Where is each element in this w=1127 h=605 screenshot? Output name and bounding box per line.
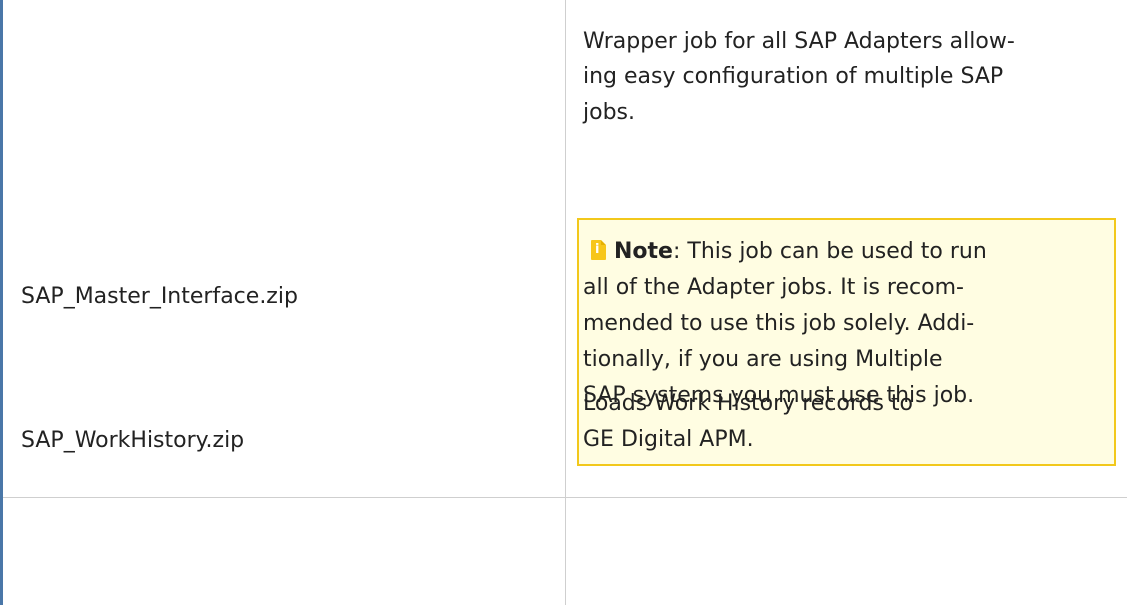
file-name-cell: SAP_Master_Interface.zip (21, 284, 298, 309)
description-line: GE Digital APM. (583, 427, 754, 452)
note-info-icon: i (591, 240, 606, 260)
description-line: Loads Work History records to (583, 391, 914, 416)
note-heading-line: i Note: This job can be used to run (591, 236, 987, 268)
note-text: : This job can be used to run (672, 239, 987, 264)
note-label: Note (614, 239, 673, 264)
note-text-line: all of the Adapter jobs. It is recom- (583, 275, 964, 300)
row-divider (3, 497, 1127, 498)
column-divider (565, 0, 566, 605)
note-text-line: tionally, if you are using Multiple (583, 347, 943, 372)
file-name-cell: SAP_WorkHistory.zip (21, 428, 245, 453)
job-table: SAP_Master_Interface.zip Wrapper job for… (0, 0, 1127, 605)
table-left-border (0, 0, 3, 605)
description-line: ing easy configuration of multiple SAP (583, 64, 1004, 89)
description-line: Wrapper job for all SAP Adapters allow- (583, 29, 1015, 54)
note-text-line: mended to use this job solely. Addi- (583, 311, 975, 336)
description-line: jobs. (583, 100, 635, 125)
